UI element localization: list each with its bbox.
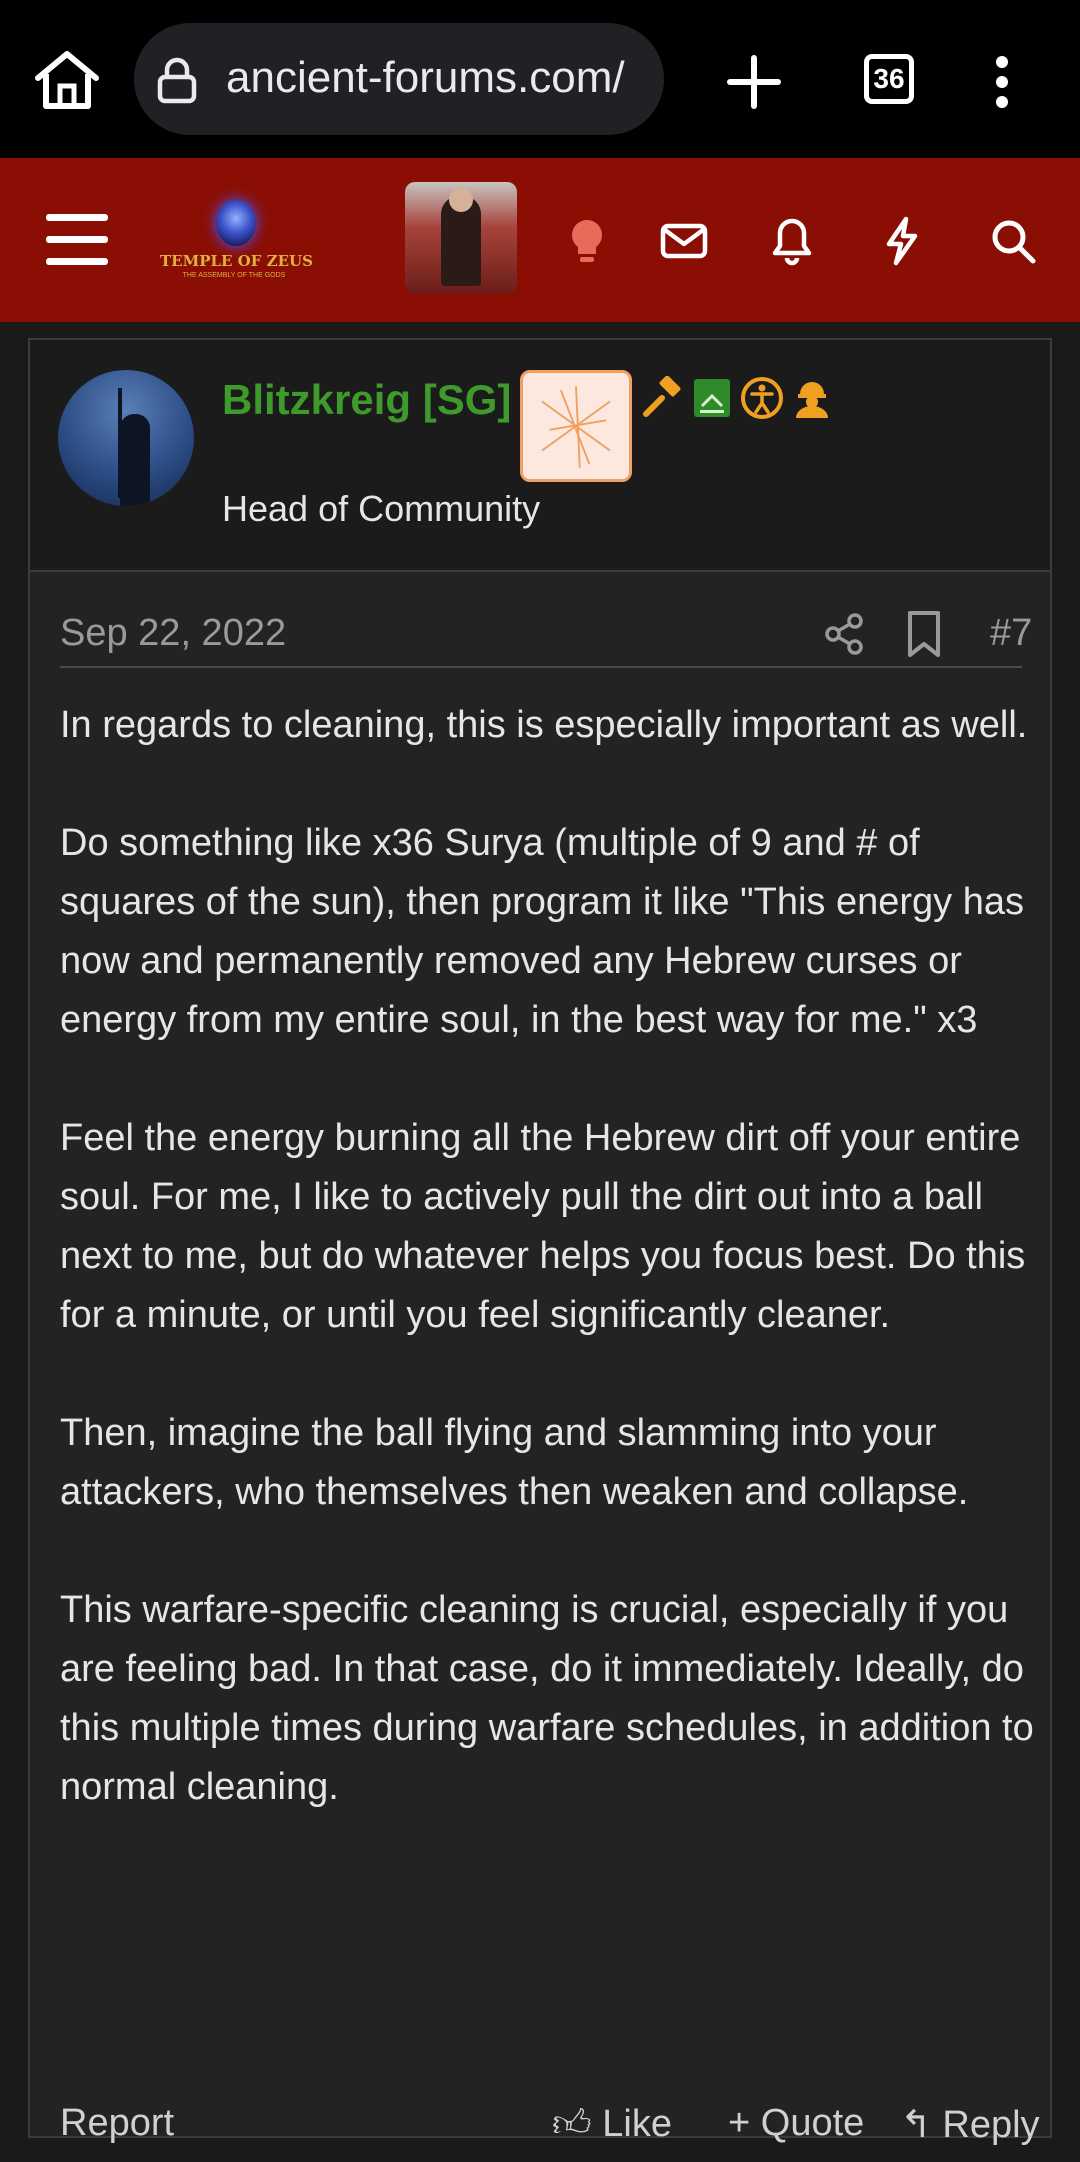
more-vert-icon[interactable] [984, 54, 1020, 110]
menu-icon[interactable] [46, 212, 108, 268]
thumbs-up-icon: 👍︎ [552, 2103, 592, 2145]
post-paragraph: Then, imagine the ball flying and slammi… [60, 1412, 969, 1513]
username[interactable]: Blitzkreig [SG] [222, 376, 511, 424]
forum-header: TEMPLE OF ZEUS THE ASSEMBLY OF THE GODS [0, 158, 1080, 322]
address-bar[interactable]: ancient-forums.com/ [134, 23, 664, 135]
quote-label: Quote [760, 2102, 865, 2144]
post-author: Blitzkreig [SG] Head of Community [30, 340, 1050, 572]
post-date[interactable]: Sep 22, 2022 [60, 612, 286, 655]
envelope-icon[interactable] [659, 216, 709, 266]
search-icon[interactable] [988, 216, 1038, 266]
post-paragraph: Feel the energy burning all the Hebrew d… [60, 1117, 1026, 1336]
post-paragraph: In regards to cleaning, this is especial… [60, 704, 1028, 746]
quote-button[interactable]: + Quote [728, 2102, 864, 2145]
logo-emblem [216, 200, 256, 246]
like-label: Like [602, 2103, 672, 2145]
avatar-figure-head [449, 188, 473, 212]
post-meta: Sep 22, 2022 #7 [60, 602, 1032, 668]
bookmark-icon[interactable] [904, 610, 944, 658]
account-avatar[interactable] [405, 182, 517, 294]
logo-subtitle: THE ASSEMBLY OF THE GODS [182, 272, 286, 279]
worker-icon[interactable] [790, 376, 834, 420]
home-icon[interactable] [32, 48, 102, 112]
post-actions: Report 👍︎ Like + Quote ↰ Reply [60, 2102, 1040, 2162]
share-icon[interactable] [822, 612, 866, 656]
post-paragraph: This warfare-specific cleaning is crucia… [60, 1589, 1034, 1808]
bolt-icon[interactable] [877, 216, 927, 266]
avatar-statue [120, 414, 150, 506]
user-badge-image [520, 370, 632, 482]
lightbulb-icon[interactable] [562, 216, 612, 266]
post-body: In regards to cleaning, this is especial… [60, 696, 1040, 1876]
user-title: Head of Community [222, 488, 541, 529]
tabs-icon[interactable]: 36 [864, 54, 914, 104]
url-text[interactable]: ancient-forums.com/ [226, 53, 625, 103]
report-link[interactable]: Report [60, 2102, 174, 2145]
bell-icon[interactable] [767, 216, 817, 266]
post-card: Blitzkreig [SG] Head of Community Sep 22… [28, 338, 1052, 2146]
lock-icon[interactable] [152, 55, 202, 105]
quote-icon: + [728, 2102, 751, 2144]
reply-icon: ↰ [900, 2104, 932, 2146]
reply-label: Reply [942, 2104, 1040, 2146]
post-number[interactable]: #7 [990, 612, 1032, 655]
browser-toolbar: ancient-forums.com/ 36 [0, 0, 1080, 158]
post-paragraph: Do something like x36 Surya (multiple of… [60, 822, 1024, 1041]
tab-count: 36 [873, 63, 905, 94]
user-avatar[interactable] [58, 370, 194, 506]
book-icon[interactable] [690, 376, 734, 420]
logo-title: TEMPLE OF ZEUS [160, 252, 313, 270]
accessibility-icon[interactable] [740, 376, 784, 420]
new-tab-plus-icon[interactable] [724, 52, 784, 112]
site-logo[interactable]: TEMPLE OF ZEUS THE ASSEMBLY OF THE GODS [160, 192, 313, 292]
gavel-icon[interactable] [642, 376, 686, 420]
